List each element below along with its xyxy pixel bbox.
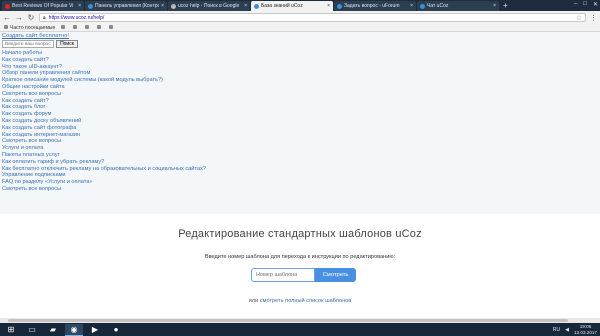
tab-label: База знаний uCoz	[261, 3, 303, 9]
browser-nav-bar: ← → ↻ 🔒︎ https://www.ucoz.ru/help/ ☆ ⋮	[0, 11, 600, 24]
help-topic-link[interactable]: Как создать сайт?	[2, 98, 206, 105]
help-topic-link[interactable]: Услуги и оплата	[2, 145, 206, 152]
create-site-link[interactable]: Создать сайт бесплатно!	[2, 33, 69, 39]
full-template-list-link[interactable]: смотреть полный список шаблонов	[260, 298, 351, 304]
close-icon[interactable]: ×	[410, 3, 413, 9]
window-controls: – □ ✕	[574, 1, 598, 8]
help-topic-link[interactable]: Как создать интернет-магазин	[2, 132, 206, 139]
help-topic-link[interactable]: Как создать сайт?	[2, 57, 206, 64]
bookmark-item[interactable]	[97, 25, 103, 31]
address-bar[interactable]: 🔒︎ https://www.ucoz.ru/help/ ☆	[39, 13, 586, 22]
scrollbar-thumb[interactable]	[8, 319, 568, 322]
help-topic-link[interactable]: FAQ по разделу «Услуги и оплата»	[2, 179, 206, 186]
help-topic-link[interactable]: Как создать сайт фотографа	[2, 125, 206, 132]
help-topic-link[interactable]: Как создать форум	[2, 111, 206, 118]
help-topic-link[interactable]: Пакеты платных услуг	[2, 152, 206, 159]
close-icon[interactable]: ×	[493, 3, 496, 9]
help-topic-link[interactable]: Начало работы	[2, 50, 206, 57]
windows-taskbar: ⊞ ▭ ▰ ◉ ▶ ● RU ◀︎ 19:06 13.03.2017	[0, 323, 600, 336]
alt-text: или смотреть полный список шаблонов	[0, 298, 600, 304]
clock[interactable]: 19:06 13.03.2017	[574, 324, 597, 335]
help-topic-link[interactable]: Как бесплатно отключить рекламу на образ…	[2, 166, 206, 173]
back-icon[interactable]: ←	[3, 13, 11, 23]
url-text: https://www.ucoz.ru/help/	[48, 14, 105, 21]
help-topic-link[interactable]: Общие настройки сайта	[2, 84, 206, 91]
close-icon[interactable]: ×	[327, 3, 330, 9]
close-window-icon[interactable]: ✕	[593, 1, 598, 8]
bookmark-star-icon[interactable]: ☆	[576, 14, 582, 22]
media-icon[interactable]: ▶	[86, 324, 104, 336]
tab-1[interactable]: Best Reviews Of Popular Vi ×	[2, 1, 84, 11]
ucoz-icon	[420, 3, 425, 9]
help-topic-link[interactable]: Как создать блог	[2, 104, 206, 111]
template-number-input[interactable]	[251, 268, 315, 282]
help-search-input[interactable]	[2, 40, 54, 48]
help-search: Поиск	[2, 40, 78, 48]
bookmark-item[interactable]	[85, 25, 91, 31]
lock-icon: 🔒︎	[43, 14, 46, 21]
tab-label: ucoz help - Поиск в Google	[178, 3, 240, 9]
maximize-icon[interactable]: □	[583, 1, 587, 8]
tab-label: Панель управления (Контро	[95, 3, 160, 9]
help-topic-link[interactable]: Смотреть все вопросы	[2, 186, 206, 193]
bookmark-icon	[61, 25, 66, 30]
google-icon	[171, 3, 176, 9]
ucoz-icon	[254, 3, 259, 9]
alt-prefix: или	[248, 298, 259, 304]
help-navigation: Создать сайт бесплатно! Поиск Начало раб…	[0, 32, 600, 214]
close-icon[interactable]: ×	[161, 3, 164, 9]
page-title: Редактирование стандартных шаблонов uCoz	[178, 228, 422, 240]
template-form: Смотреть	[251, 268, 356, 282]
tab-label: Задать вопрос - uForum	[344, 3, 400, 9]
folder-icon[interactable]: ▰	[44, 324, 62, 336]
tab-3[interactable]: ucoz help - Поиск в Google ×	[168, 1, 250, 11]
forward-icon[interactable]: →	[15, 13, 23, 23]
bookmark-icon	[85, 25, 90, 30]
file-explorer-icon[interactable]: ▭	[23, 324, 41, 336]
bookmark-item[interactable]	[61, 25, 67, 31]
bookmark-icon	[4, 25, 8, 30]
close-icon[interactable]: ×	[78, 3, 81, 9]
help-search-button[interactable]: Поиск	[56, 40, 78, 48]
instruction-text: Введите номер шаблона для перехода к инс…	[204, 254, 396, 260]
tab-6[interactable]: Чат uCoz ×	[417, 1, 499, 11]
bookmark-item[interactable]	[109, 25, 115, 31]
help-topic-list: Начало работы Как создать сайт? Что такое …	[2, 50, 206, 193]
bookmark-item[interactable]	[73, 25, 79, 31]
bookmark-item[interactable]: Часто посещаемые	[4, 25, 55, 31]
tab-5[interactable]: Задать вопрос - uForum ×	[334, 1, 416, 11]
close-icon[interactable]: ×	[244, 3, 247, 9]
ucoz-icon	[88, 3, 93, 9]
help-topic-link[interactable]: Управление подписками	[2, 172, 206, 179]
view-button[interactable]: Смотреть	[315, 268, 356, 282]
menu-icon[interactable]: ⋮	[590, 14, 597, 22]
help-topic-link[interactable]: Смотреть все вопросы	[2, 91, 206, 98]
language-indicator[interactable]: RU	[553, 327, 560, 333]
help-topic-link[interactable]: Как оплатить тариф и убрать рекламу?	[2, 159, 206, 166]
volume-icon[interactable]: ◀︎	[565, 327, 569, 333]
firefox-icon[interactable]: ●	[107, 324, 125, 336]
bookmark-icon	[73, 25, 78, 30]
tab-2[interactable]: Панель управления (Контро ×	[85, 1, 167, 11]
youtube-icon	[5, 3, 10, 9]
new-tab-button[interactable]: +	[503, 1, 508, 11]
system-tray: RU ◀︎ 19:06 13.03.2017	[553, 323, 597, 336]
help-topic-link[interactable]: Краткое описание модулей системы (какой …	[2, 77, 206, 84]
tab-label: Best Reviews Of Popular Vi	[12, 3, 74, 9]
help-topic-link[interactable]: Как создать доску объявлений	[2, 118, 206, 125]
page-content: Создать сайт бесплатно! Поиск Начало раб…	[0, 32, 600, 323]
ucoz-icon	[337, 3, 342, 9]
help-topic-link[interactable]: Смотреть все вопросы	[2, 138, 206, 145]
date: 13.03.2017	[574, 329, 597, 335]
bookmarks-bar: Часто посещаемые	[0, 24, 600, 32]
minimize-icon[interactable]: –	[574, 1, 577, 8]
browser-tab-strip: Best Reviews Of Popular Vi × Панель управ…	[0, 0, 600, 11]
chrome-icon[interactable]: ◉	[65, 323, 83, 336]
start-icon[interactable]: ⊞	[2, 324, 20, 336]
tab-label: Чат uCoz	[427, 3, 449, 9]
bookmark-icon	[109, 25, 114, 30]
tab-4[interactable]: База знаний uCoz ×	[251, 1, 333, 11]
bookmark-icon	[97, 25, 102, 30]
reload-icon[interactable]: ↻	[27, 13, 35, 23]
